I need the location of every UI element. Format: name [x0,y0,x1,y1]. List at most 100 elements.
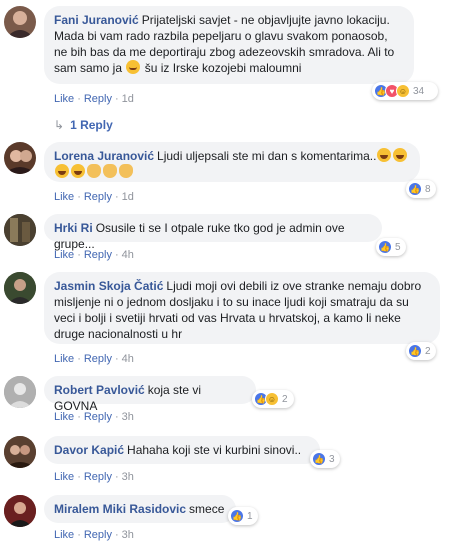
clapping-hands-emoji-icon [119,164,133,178]
reply-link[interactable]: Reply [84,249,112,261]
comment-bubble: Hrki Ri Osusile ti se I otpale ruke tko g… [44,214,382,251]
like-link[interactable]: Like [54,411,74,423]
comment-time[interactable]: 3h [122,411,134,423]
reactions-summary[interactable]: 👍 5 [376,238,406,256]
comment-bubble: Miralem Miki Rasidovic smece [44,495,236,523]
like-reaction-icon: 👍 [378,240,392,254]
avatar-photo-icon [4,376,36,408]
comment-bubble: Jasmin Skoja Čatić Ljudi moji ovi debili … [44,272,440,344]
reactions-summary[interactable]: 👍 3 [310,450,340,468]
comment-text: Ljudi uljepsali ste mi dan s komentarima… [157,149,377,163]
comment-bubble: Lorena Juranović Ljudi uljepsali ste mi d… [44,142,420,182]
avatar-photo-icon [6,11,34,38]
comment-actions: Like · Reply · 1d [54,191,134,203]
reactions-summary[interactable]: 👍 ♥ ☺ 34 [372,82,438,100]
comment-text: Osusile ti se I otpale ruke tko god je a… [54,221,345,251]
haha-reaction-icon: ☺ [396,84,410,98]
comment-author[interactable]: Robert Pavlović [54,383,145,397]
avatar[interactable] [4,272,36,304]
comment: Jasmin Skoja Čatić Ljudi moji ovi debili … [4,272,464,365]
reply-link[interactable]: Reply [84,353,112,365]
like-link[interactable]: Like [54,249,74,261]
reply-link[interactable]: Reply [84,529,112,541]
avatar-photo-icon [4,436,36,468]
laughing-emoji-icon [71,164,85,178]
comment: Miralem Miki Rasidovic smece 👍 1 Like · Rep… [4,495,464,543]
reply-link[interactable]: Reply [84,191,112,203]
comment-author[interactable]: Miralem Miki Rasidovic [54,502,186,516]
comment-time[interactable]: 4h [122,353,134,365]
laughing-emoji-icon [393,148,408,162]
reaction-count: 8 [425,183,431,195]
avatar[interactable] [4,6,36,38]
like-reaction-icon: 👍 [312,452,326,466]
comment-time[interactable]: 1d [122,93,134,105]
reactions-summary[interactable]: 👍 1 [228,507,258,525]
like-link[interactable]: Like [54,471,74,483]
like-link[interactable]: Like [54,529,74,541]
comment-time[interactable]: 1d [122,191,134,203]
like-reaction-icon: 👍 [408,344,422,358]
comment-actions: Like · Reply · 4h [54,249,134,261]
reply-link[interactable]: Reply [84,93,112,105]
view-replies-link[interactable]: ↳ 1 Reply [54,118,113,132]
replies-count[interactable]: 1 Reply [70,118,113,132]
comment-text: Hahaha koji ste vi kurbini sinovi.. [127,443,302,457]
comment: Robert Pavlović koja ste vi GOVNA 👍 ☺ 2 L… [4,376,464,424]
smile-emoji-icon [126,60,141,74]
avatar-photo-icon [4,495,36,527]
comment-actions: Like · Reply · 3h [54,471,134,483]
avatar[interactable] [4,436,36,468]
comment-time[interactable]: 3h [122,471,134,483]
comment-time[interactable]: 4h [122,249,134,261]
comment-author[interactable]: Fani Juranović [54,13,139,27]
comment-author[interactable]: Hrki Ri [54,221,93,235]
avatar-photo-icon [4,150,36,174]
like-reaction-icon: 👍 [230,509,244,523]
comment-time[interactable]: 3h [122,529,134,541]
reply-link[interactable]: Reply [84,411,112,423]
like-link[interactable]: Like [54,191,74,203]
comment-bubble: Davor Kapić Hahaha koji ste vi kurbini si… [44,436,320,464]
reaction-count: 5 [395,241,401,253]
comment-author[interactable]: Lorena Juranović [54,149,154,163]
comment-actions: Like · Reply · 1d [54,93,134,105]
comment: Fani Juranović Prijateljski savjet - ne o… [4,6,464,116]
comment: Davor Kapić Hahaha koji ste vi kurbini si… [4,436,464,484]
laughing-emoji-icon [55,164,69,178]
comment-text: smece [189,502,225,516]
comment-actions: Like · Reply · 3h [54,411,134,423]
comment-author[interactable]: Davor Kapić [54,443,124,457]
avatar[interactable] [4,214,36,246]
avatar[interactable] [4,142,36,174]
laughing-emoji-icon [377,148,392,162]
comment: Hrki Ri Osusile ti se I otpale ruke tko g… [4,214,464,264]
reaction-count: 2 [425,345,431,357]
like-link[interactable]: Like [54,93,74,105]
comment: Lorena Juranović Ljudi uljepsali ste mi d… [4,142,464,203]
avatar[interactable] [4,495,36,527]
reaction-count: 3 [329,453,335,465]
clapping-hands-emoji-icon [87,164,101,178]
comment-actions: Like · Reply · 3h [54,529,134,541]
reactions-summary[interactable]: 👍 8 [406,180,436,198]
avatar[interactable] [4,376,36,408]
comment-author[interactable]: Jasmin Skoja Čatić [54,279,163,293]
reaction-count: 34 [413,85,425,97]
comment-bubble: Robert Pavlović koja ste vi GOVNA [44,376,256,413]
reply-arrow-icon: ↳ [54,118,65,132]
haha-reaction-icon: ☺ [265,392,279,406]
avatar-photo-icon [4,214,36,246]
clapping-hands-emoji-icon [103,164,117,178]
reaction-count: 2 [282,393,288,405]
comment-bubble: Fani Juranović Prijateljski savjet - ne o… [44,6,414,84]
reactions-summary[interactable]: 👍 2 [406,342,436,360]
reply-link[interactable]: Reply [84,471,112,483]
avatar-photo-icon [4,272,36,304]
like-reaction-icon: 👍 [408,182,422,196]
reaction-count: 1 [247,510,253,522]
comment-text-end: šu iz Irske kozojebi maloumni [141,61,302,75]
reactions-summary[interactable]: 👍 ☺ 2 [252,390,294,408]
comment-actions: Like · Reply · 4h [54,353,134,365]
like-link[interactable]: Like [54,353,74,365]
